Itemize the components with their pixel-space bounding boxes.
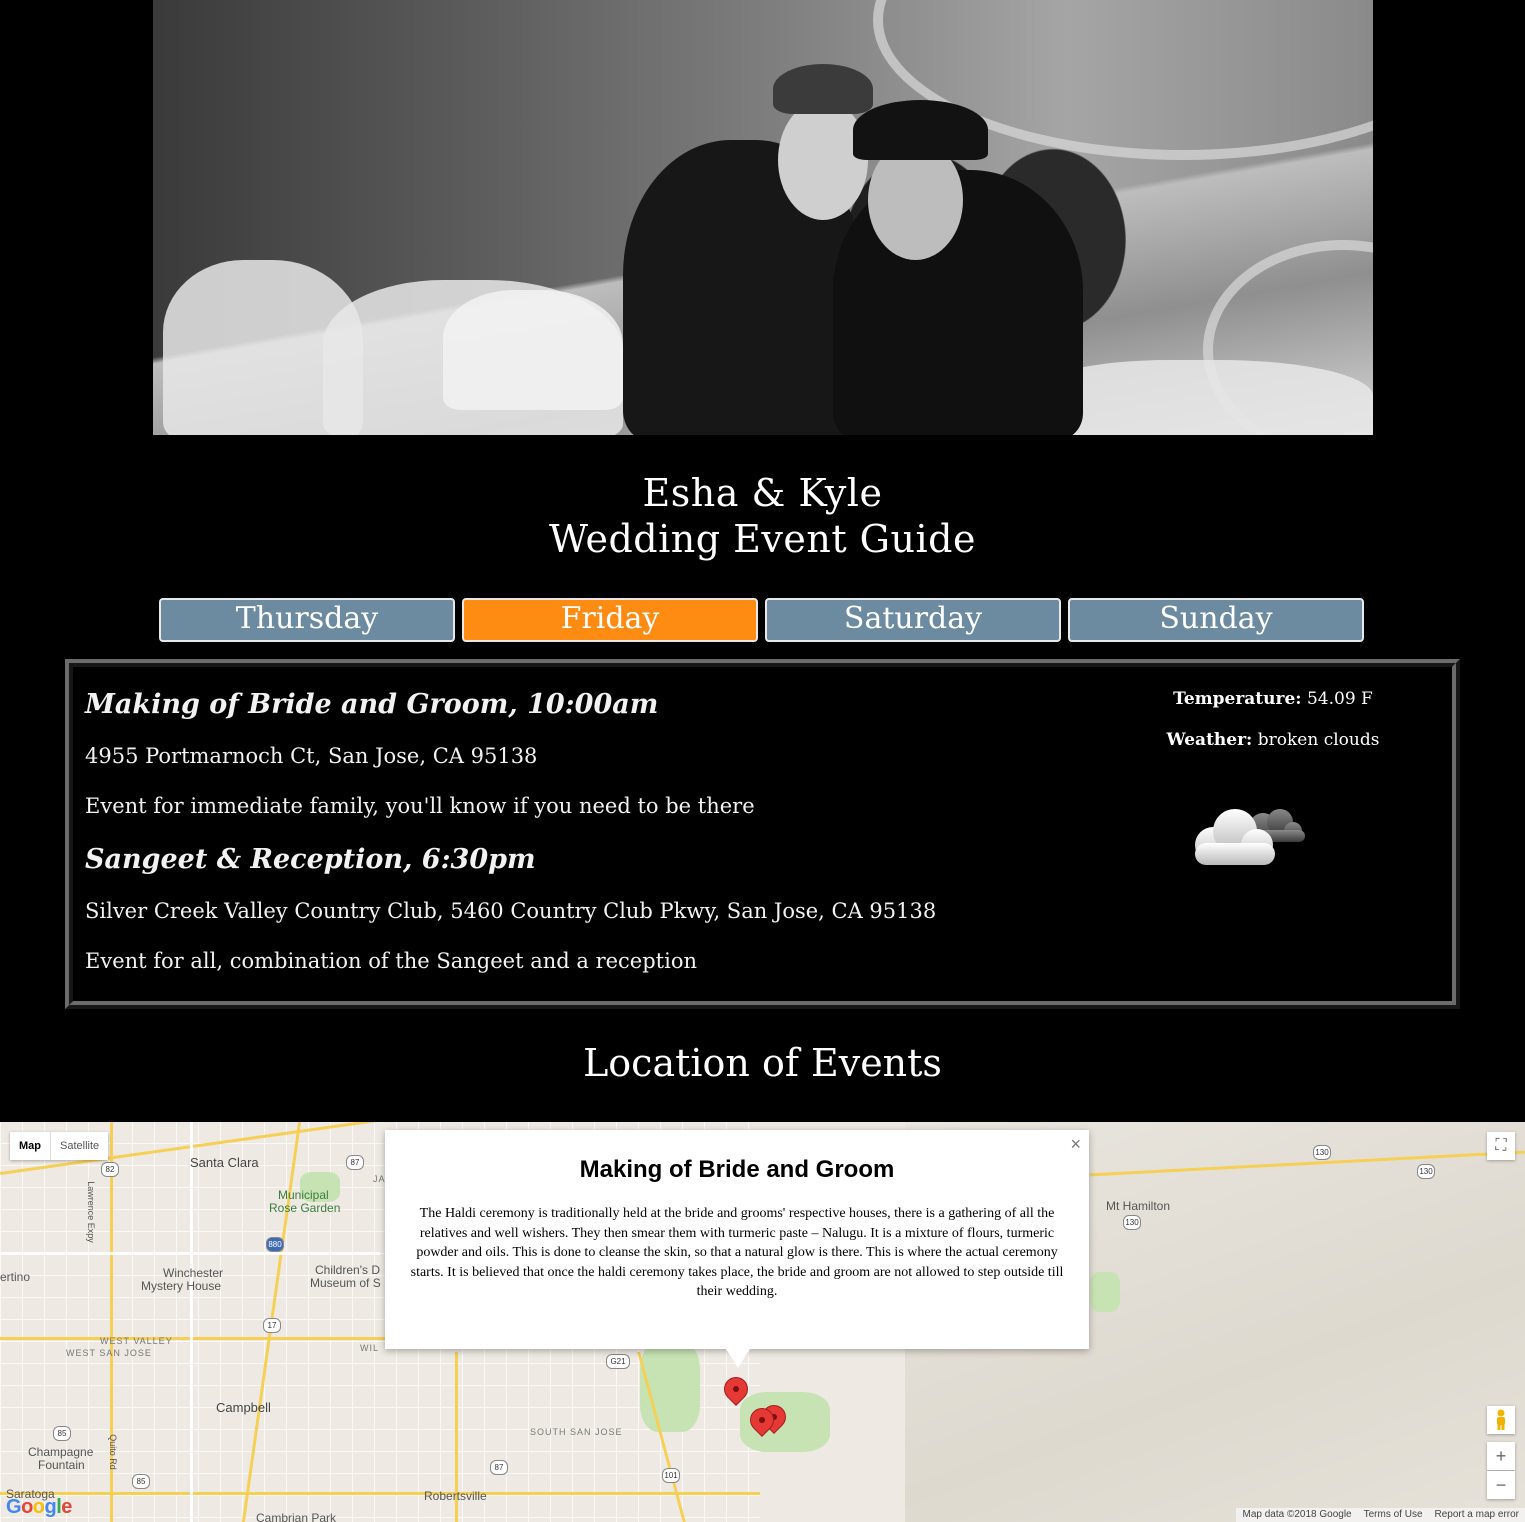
map-type-satellite-button[interactable]: Satellite (51, 1132, 108, 1160)
highway-shield: 85 (132, 1474, 150, 1489)
report-map-error-link[interactable]: Report a map error (1435, 1508, 1519, 1522)
tab-friday[interactable]: Friday (462, 598, 758, 642)
map-attribution: Map data ©2018 Google Terms of Use Repor… (1236, 1508, 1525, 1522)
map-park (1090, 1272, 1120, 1312)
highway-shield: 82 (101, 1162, 119, 1177)
photo-rock (1033, 360, 1373, 435)
map-label: Cambrian Park (256, 1511, 337, 1522)
temperature-label: Temperature: (1173, 689, 1302, 709)
map-label: Quito Rd (107, 1434, 118, 1470)
map-label: Mystery House (141, 1279, 222, 1293)
event-description: Event for all, combination of the Sangee… (85, 949, 697, 973)
map-highway (0, 1492, 760, 1495)
temperature-readout: Temperature: 54.09 F (1123, 689, 1423, 709)
info-window-body: The Haldi ceremony is traditionally held… (410, 1206, 1064, 1299)
map-label: Campbell (216, 1400, 271, 1415)
broken-clouds-icon (1195, 809, 1305, 865)
map-label: Mt Hamilton (1106, 1199, 1171, 1213)
location-title: Location of Events (583, 1041, 942, 1085)
event-title: Sangeet & Reception, 6:30pm (85, 844, 536, 875)
photo-bride-hair (853, 100, 988, 160)
map-label: SOUTH SAN JOSE (530, 1427, 623, 1437)
map-label: WIL (360, 1343, 380, 1353)
map-label: JA (373, 1174, 386, 1184)
map-label: Children's D (315, 1263, 380, 1277)
map-label: ertino (0, 1270, 31, 1284)
map-label: Museum of S (310, 1276, 381, 1290)
map-label: WEST VALLEY (100, 1336, 173, 1346)
highway-shield: 880 (266, 1237, 284, 1252)
event-address: 4955 Portmarnoch Ct, San Jose, CA 95138 (85, 744, 538, 768)
day-tabs: Thursday Friday Saturday Sunday (159, 598, 1367, 643)
highway-shield: 130 (1123, 1215, 1141, 1230)
map-label: Champagne (28, 1445, 94, 1459)
map-label: Winchester (163, 1266, 224, 1280)
photo-groom-hair (773, 64, 873, 114)
map-label: Robertsville (424, 1489, 487, 1503)
event-address: Silver Creek Valley Country Club, 5460 C… (85, 899, 937, 923)
map-type-map-button[interactable]: Map (10, 1132, 51, 1160)
couple-names: Esha & Kyle (642, 471, 883, 515)
fullscreen-button[interactable]: ⛶ (1487, 1132, 1515, 1160)
highway-shield: 17 (263, 1318, 281, 1333)
map-data-credit: Map data ©2018 Google (1242, 1509, 1352, 1520)
weather-label: Weather: (1166, 730, 1253, 750)
event-title: Making of Bride and Groom, 10:00am (85, 689, 659, 720)
temperature-value: 54.09 F (1301, 689, 1373, 709)
map-label: WEST SAN JOSE (66, 1348, 152, 1358)
map-label: Rose Garden (269, 1201, 341, 1215)
tab-sunday[interactable]: Sunday (1068, 598, 1364, 642)
photo-groom-face (778, 100, 868, 220)
info-window-title: Making of Bride and Groom (579, 1156, 895, 1183)
highway-shield: 87 (490, 1460, 508, 1475)
map-label: Lawrence Expy (85, 1181, 96, 1243)
tab-saturday[interactable]: Saturday (765, 598, 1061, 642)
event-description: Event for immediate family, you'll know … (85, 794, 755, 818)
map-label: Fountain (38, 1458, 85, 1472)
highway-shield: 130 (1313, 1145, 1331, 1160)
highway-shield: 101 (662, 1468, 680, 1483)
zoom-in-button[interactable]: + (1487, 1442, 1515, 1470)
highway-shield: G21 (606, 1354, 630, 1369)
highway-shield: 87 (346, 1155, 364, 1170)
photo-rock (443, 290, 623, 410)
map-label: Municipal (278, 1188, 329, 1202)
events-panel: Making of Bride and Groom, 10:00am 4955 … (65, 659, 1460, 1009)
zoom-out-button[interactable]: − (1487, 1471, 1515, 1499)
close-icon[interactable]: × (1070, 1134, 1081, 1155)
map-road (190, 1122, 193, 1522)
page-title: Wedding Event Guide (549, 517, 976, 561)
google-logo: Google (6, 1496, 72, 1518)
tab-thursday[interactable]: Thursday (159, 598, 455, 642)
highway-shield: 85 (53, 1426, 71, 1441)
street-view-pegman-icon[interactable] (1487, 1406, 1515, 1434)
map-label: Santa Clara (190, 1155, 259, 1170)
terms-of-use-link[interactable]: Terms of Use (1364, 1508, 1423, 1522)
weather-readout: Weather: broken clouds (1123, 730, 1423, 750)
events-map[interactable]: Santa Clara Municipal Rose Garden Winche… (0, 1122, 1525, 1522)
map-type-control: Map Satellite (10, 1132, 109, 1160)
couple-photo (153, 0, 1373, 435)
highway-shield: 130 (1417, 1164, 1435, 1179)
weather-value: broken clouds (1252, 730, 1380, 750)
map-info-window: × Making of Bride and Groom The Haldi ce… (385, 1130, 1089, 1368)
